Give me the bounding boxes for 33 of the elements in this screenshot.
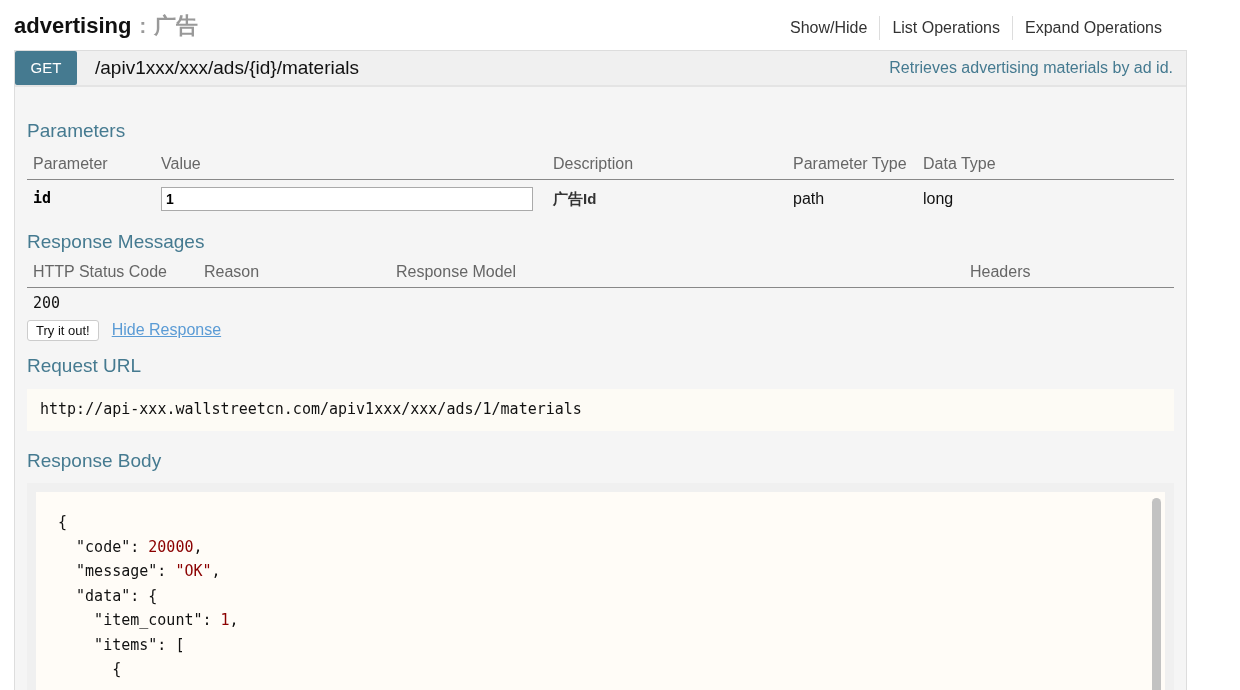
endpoint-path: /apiv1xxx/xxx/ads/{id}/materials: [95, 55, 359, 80]
parameter-name: id: [33, 188, 52, 207]
column-header: Response Model: [396, 263, 517, 280]
parameter-type: path: [793, 189, 825, 207]
column-header: Description: [553, 154, 634, 172]
request-url: http://api-xxx.wallstreetcn.com/apiv1xxx/xxx/ads/1/materials: [27, 388, 1174, 431]
parameter-description: 广告Id: [553, 189, 597, 207]
section-title: Request URL: [27, 354, 143, 378]
try-it-out-button[interactable]: Try it out!: [27, 319, 99, 341]
operation-summary: Retrieves advertising materials by ad id.: [889, 58, 1173, 78]
header-link[interactable]: Expand Operations: [1012, 16, 1174, 40]
scrollbar-thumb[interactable]: [1152, 498, 1161, 690]
column-header: Parameter Type: [793, 154, 907, 172]
column-header: Parameter: [33, 154, 108, 172]
status-code: 200: [33, 292, 61, 314]
separator: :: [139, 14, 147, 39]
column-header: Data Type: [923, 154, 996, 172]
section-title: Parameters: [27, 119, 127, 143]
response-body-code: { "code": 20000, "message": "OK", "data": { "item_count": 1, "items": [ {: [36, 492, 1165, 690]
resource-name[interactable]: advertising: [14, 9, 132, 42]
column-header: Reason: [204, 263, 260, 280]
header-link[interactable]: List Operations: [879, 16, 1012, 40]
column-header: HTTP Status Code: [33, 263, 167, 280]
column-header: Headers: [970, 263, 1031, 280]
section-title: Response Messages: [27, 229, 206, 254]
header-link[interactable]: Show/Hide: [790, 16, 880, 40]
method-badge: GET: [15, 51, 77, 85]
resource-description: 广告: [154, 12, 199, 40]
value-input[interactable]: 1: [161, 186, 533, 211]
operation-heading[interactable]: GET /apiv1xxx/xxx/ads/{id}/materials Retrieves advertising materials by ad id.: [15, 51, 1186, 87]
column-header: Value: [161, 154, 201, 172]
section-title: Response Body: [27, 448, 163, 473]
data-type: long: [923, 189, 954, 207]
